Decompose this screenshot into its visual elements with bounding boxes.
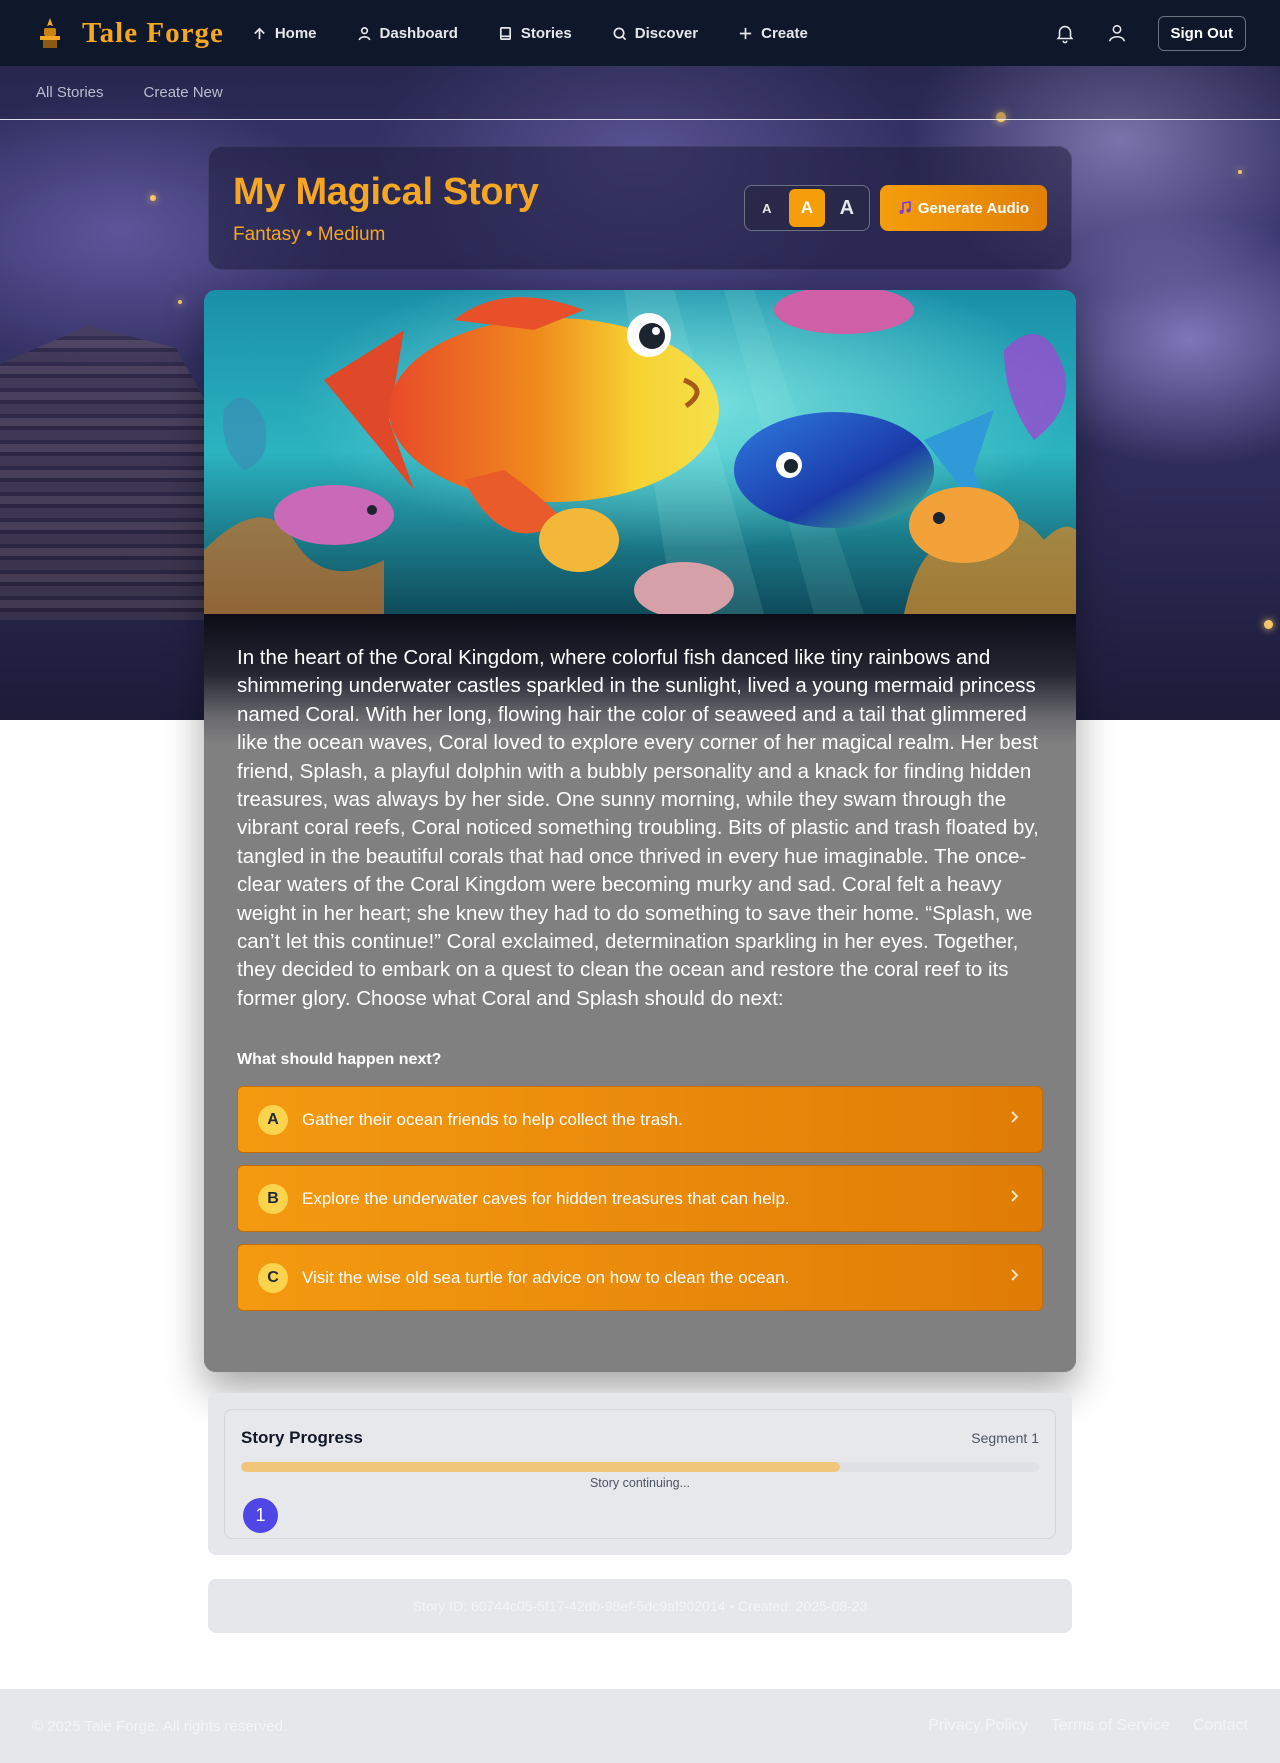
font-size-large-button[interactable]: A	[829, 189, 865, 227]
nav-stories-label: Stories	[520, 24, 572, 42]
progress-title: Story Progress	[241, 1428, 363, 1447]
copyright: © 2025 Tale Forge. All rights reserved.	[32, 1717, 288, 1735]
nav-home[interactable]: Home	[252, 25, 317, 42]
brand-logo[interactable]: Tale Forge	[82, 17, 224, 50]
plus-icon	[739, 27, 752, 39]
generate-audio-label: Generate Audio	[917, 199, 1029, 217]
footer-link-terms[interactable]: Terms of Service	[1051, 1717, 1170, 1735]
bell-icon	[1056, 25, 1073, 44]
choice-text: Explore the underwater caves for hidden …	[302, 1188, 790, 1208]
font-size-small-button[interactable]: A	[749, 189, 785, 227]
chevron-right-icon	[1006, 1109, 1022, 1130]
search-icon	[613, 27, 626, 40]
footer: © 2025 Tale Forge. All rights reserved. …	[0, 1689, 1280, 1763]
nav-discover[interactable]: Discover	[612, 25, 698, 42]
choice-text: Gather their ocean friends to help colle…	[302, 1109, 683, 1129]
story-header-card: My Magical Story Fantasy • Medium A A A …	[208, 146, 1072, 270]
story-progress-card: Story Progress Segment 1 Story continuin…	[224, 1409, 1056, 1539]
choice-list: A Gather their ocean friends to help col…	[237, 1086, 1043, 1312]
profile-icon	[1108, 24, 1125, 42]
segment-label: Segment 1	[971, 1430, 1039, 1446]
font-size-selector: A A A	[743, 185, 870, 231]
book-icon	[499, 26, 511, 40]
progress-bar	[241, 1462, 1039, 1472]
footer-link-contact[interactable]: Contact	[1193, 1717, 1248, 1735]
sub-navigation: All Stories Create New	[0, 66, 1280, 120]
story-text: In the heart of the Coral Kingdom, where…	[237, 646, 1039, 1010]
choice-b-button[interactable]: B Explore the underwater caves for hidde…	[237, 1165, 1043, 1233]
progress-bar-fill	[241, 1462, 840, 1472]
choice-a-button[interactable]: A Gather their ocean friends to help col…	[237, 1086, 1043, 1154]
nav-home-label: Home	[274, 24, 317, 42]
choice-letter-badge: B	[258, 1183, 288, 1214]
home-icon	[254, 27, 265, 39]
sign-out-button[interactable]: Sign Out	[1157, 15, 1246, 51]
segment-1-marker[interactable]: 1	[243, 1498, 278, 1533]
nav-stories[interactable]: Stories	[498, 25, 572, 42]
story-card: In the heart of the Coral Kingdom, where…	[204, 290, 1076, 1372]
logo-icon[interactable]	[34, 16, 66, 50]
choice-c-button[interactable]: C Visit the wise old sea turtle for advi…	[237, 1244, 1043, 1312]
nav-dashboard-label: Dashboard	[379, 24, 458, 42]
footer-link-privacy[interactable]: Privacy Policy	[928, 1717, 1028, 1735]
story-meta-info: Story ID: 60744c05-5f17-42db-98ef-5dc9af…	[208, 1579, 1072, 1633]
choice-text: Visit the wise old sea turtle for advice…	[302, 1267, 790, 1287]
choice-question: What should happen next?	[237, 1051, 442, 1069]
subnav-all-stories[interactable]: All Stories	[36, 84, 104, 101]
choice-letter-badge: A	[258, 1104, 288, 1135]
music-note-icon	[899, 201, 911, 214]
profile-button[interactable]	[1106, 22, 1128, 44]
chevron-right-icon	[1006, 1188, 1022, 1209]
notifications-button[interactable]	[1054, 22, 1076, 44]
subnav-create-new[interactable]: Create New	[144, 84, 223, 101]
story-id-created: Story ID: 60744c05-5f17-42db-98ef-5dc9af…	[412, 1598, 868, 1614]
nav-discover-label: Discover	[634, 24, 699, 42]
nav-create[interactable]: Create	[738, 25, 808, 42]
nav-dashboard[interactable]: Dashboard	[357, 25, 458, 42]
story-text-area: In the heart of the Coral Kingdom, where…	[204, 614, 1076, 1372]
generate-audio-button[interactable]: Generate Audio	[879, 185, 1047, 231]
nav-create-label: Create	[761, 24, 808, 42]
top-navbar: Tale Forge Home Dashboard Stories Discov…	[0, 0, 1280, 66]
story-actions: A A A Generate Audio	[743, 185, 1047, 231]
choice-letter-badge: C	[258, 1262, 288, 1293]
progress-status: Story continuing...	[589, 1476, 691, 1490]
chevron-right-icon	[1006, 1267, 1022, 1288]
user-icon	[358, 26, 371, 40]
story-progress-panel: Story Progress Segment 1 Story continuin…	[208, 1393, 1072, 1555]
font-size-medium-button[interactable]: A	[788, 189, 825, 227]
story-illustration	[204, 290, 1076, 614]
